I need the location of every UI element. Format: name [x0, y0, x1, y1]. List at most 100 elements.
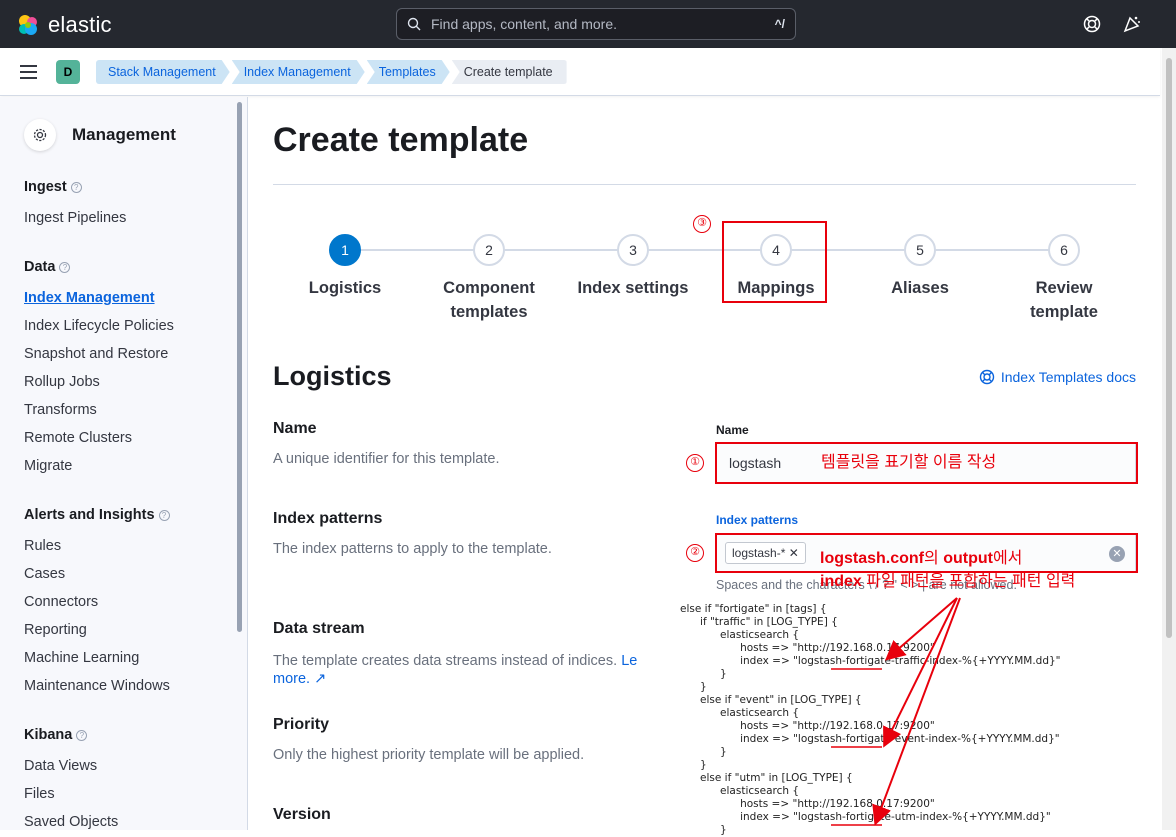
section-title: Logistics: [273, 361, 392, 391]
index-patterns-input-label: Index patterns: [716, 513, 799, 527]
code-line: hosts => "http://192.168.0.17:9200": [680, 798, 935, 810]
code-line: index => "logstash-fortigate-event-index…: [680, 733, 1060, 745]
sidebar-item-connectors[interactable]: Connectors: [24, 594, 98, 610]
step-label: Index settings: [577, 279, 689, 297]
step-label: Component templates: [443, 279, 535, 321]
step-number: 5: [904, 234, 936, 266]
sidebar-item-migrate[interactable]: Migrate: [24, 458, 72, 474]
sidebar-item-reporting[interactable]: Reporting: [24, 622, 87, 638]
info-icon: ?: [76, 730, 88, 741]
sidebar-header: Management: [24, 119, 176, 151]
sidebar-item-machine-learning[interactable]: Machine Learning: [24, 650, 139, 666]
sidebar-item-transforms[interactable]: Transforms: [24, 402, 97, 418]
news-feed-icon[interactable]: [1122, 14, 1142, 34]
step-number: 2: [473, 234, 505, 266]
page-scrollbar[interactable]: [1162, 48, 1176, 830]
sidebar-item-maintenance-windows[interactable]: Maintenance Windows: [24, 678, 170, 694]
sidebar-item-ingest-pipelines[interactable]: Ingest Pipelines: [24, 210, 126, 226]
help-icon[interactable]: [1082, 14, 1102, 34]
breadcrumb-stack-management[interactable]: Stack Management: [96, 60, 230, 84]
code-line: hosts => "http://192.168.0.17:9200": [680, 642, 935, 654]
annotation-name-note: 템플릿을 표기할 이름 작성: [821, 454, 997, 471]
sidebar-section-alerts: Alerts and Insights?: [24, 507, 170, 523]
search-placeholder: Find apps, content, and more.: [431, 16, 617, 32]
annotation-marker-1: ①: [686, 454, 704, 472]
breadcrumb: Stack Management Index Management Templa…: [96, 60, 569, 84]
code-line: }: [680, 668, 727, 680]
name-field-title: Name: [273, 420, 317, 437]
breadcrumb-index-management[interactable]: Index Management: [232, 60, 365, 84]
step-component-templates[interactable]: 2 Component templates: [414, 234, 564, 324]
name-field-desc: A unique identifier for this template.: [273, 451, 500, 467]
breadcrumb-bar: D Stack Management Index Management Temp…: [0, 48, 1160, 96]
sidebar-item-saved-objects[interactable]: Saved Objects: [24, 814, 118, 830]
code-line: else if "utm" in [LOG_TYPE] {: [680, 772, 853, 784]
sidebar-item-snapshot-restore[interactable]: Snapshot and Restore: [24, 346, 168, 362]
sidebar-item-index-lifecycle-policies[interactable]: Index Lifecycle Policies: [24, 318, 174, 334]
step-number: 6: [1048, 234, 1080, 266]
priority-field-title: Priority: [273, 716, 330, 733]
step-number: 1: [329, 234, 361, 266]
code-line: hosts => "http://192.168.0.17:9200": [680, 720, 935, 732]
sidebar-item-rollup-jobs[interactable]: Rollup Jobs: [24, 374, 100, 390]
learn-more-link-cont[interactable]: more. ↗: [273, 671, 326, 687]
sidebar-item-cases[interactable]: Cases: [24, 566, 65, 582]
elastic-logo[interactable]: elastic: [16, 12, 112, 38]
code-line: }: [680, 746, 727, 758]
step-review-template[interactable]: 6 Review template: [989, 234, 1139, 324]
data-stream-field-title: Data stream: [273, 620, 365, 637]
step-index-settings[interactable]: 3 Index settings: [558, 234, 708, 300]
annotation-box-mappings: [722, 221, 827, 303]
code-line: if "traffic" in [LOG_TYPE] {: [680, 616, 838, 628]
space-avatar[interactable]: D: [56, 60, 80, 84]
code-line: else if "event" in [LOG_TYPE] {: [680, 694, 862, 706]
annotation-marker-2: ②: [686, 544, 704, 562]
step-number: 3: [617, 234, 649, 266]
sidebar-item-data-views[interactable]: Data Views: [24, 758, 97, 774]
info-icon: ?: [59, 262, 71, 273]
code-line: index => "logstash-fortigate-utm-index-%…: [680, 811, 1051, 823]
step-logistics[interactable]: 1 Logistics: [270, 234, 420, 300]
sidebar-item-files[interactable]: Files: [24, 786, 55, 802]
external-link-icon: ↗: [314, 671, 327, 687]
step-label: Logistics: [308, 279, 382, 297]
page-scrollbar-thumb[interactable]: [1166, 58, 1172, 638]
code-line: elasticsearch {: [680, 629, 800, 641]
code-line: }: [680, 824, 727, 836]
version-field-title: Version: [273, 806, 331, 823]
sidebar-section-data: Data?: [24, 259, 71, 275]
breadcrumb-templates[interactable]: Templates: [367, 60, 450, 84]
elastic-logo-icon: [19, 15, 37, 35]
learn-more-link[interactable]: Le: [621, 653, 637, 669]
step-aliases[interactable]: 5 Aliases: [845, 234, 995, 300]
global-search-input[interactable]: Find apps, content, and more. ^/: [396, 8, 796, 40]
name-input-label: Name: [716, 423, 749, 437]
sidebar-item-index-management[interactable]: Index Management: [24, 290, 155, 306]
code-line: index => "logstash-fortigate-traffic-ind…: [680, 655, 1061, 667]
info-icon: ?: [70, 182, 82, 193]
divider: [273, 184, 1136, 185]
logstash-config-snippet: else if "fortigate" in [tags] { if "traf…: [649, 600, 1160, 836]
help-icon: [979, 369, 995, 385]
index-patterns-field-desc: The index patterns to apply to the templ…: [273, 541, 552, 557]
search-icon: [407, 17, 421, 31]
gear-icon: [24, 119, 56, 151]
breadcrumb-create-template: Create template: [451, 60, 567, 84]
docs-link-label: Index Templates docs: [1000, 369, 1136, 385]
sidebar-section-kibana: Kibana?: [24, 727, 88, 743]
top-header: elastic Find apps, content, and more. ^/: [0, 0, 1176, 48]
code-line: }: [680, 681, 707, 693]
code-line: }: [680, 759, 707, 771]
sidebar-scrollbar[interactable]: [237, 102, 242, 632]
menu-toggle-icon[interactable]: [20, 65, 37, 83]
annotation-pattern-note-line2: index 파일 패턴을 포함하는 패턴 입력: [820, 573, 1076, 590]
management-sidebar: Management Ingest? Ingest Pipelines Data…: [0, 97, 248, 830]
step-label: Review template: [1030, 279, 1098, 321]
step-label: Aliases: [891, 279, 949, 297]
search-shortcut: ^/: [774, 17, 785, 31]
priority-field-desc: Only the highest priority template will …: [273, 747, 585, 763]
sidebar-item-rules[interactable]: Rules: [24, 538, 61, 554]
sidebar-item-remote-clusters[interactable]: Remote Clusters: [24, 430, 132, 446]
docs-link[interactable]: Index Templates docs: [979, 369, 1136, 385]
info-icon: ?: [158, 510, 170, 521]
